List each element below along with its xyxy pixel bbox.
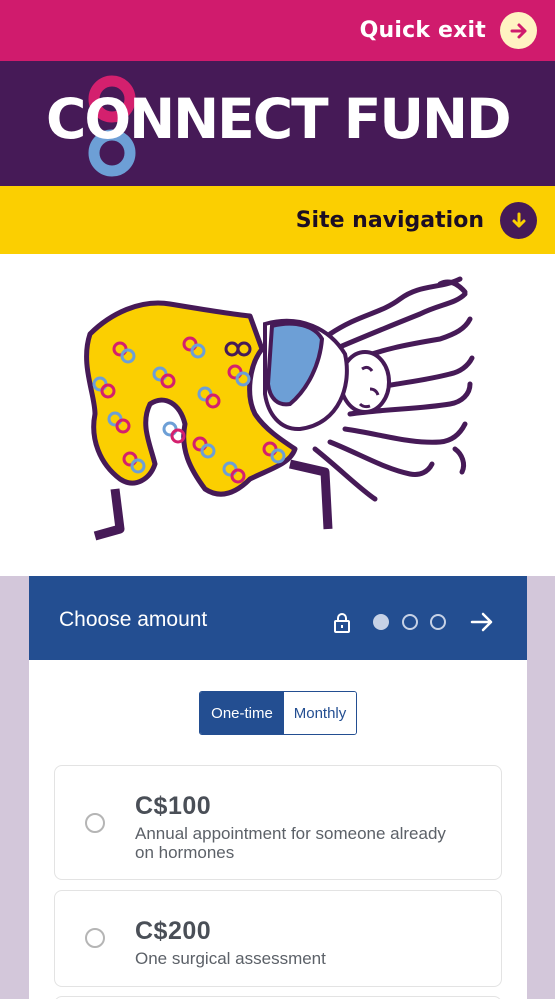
amount-value: C$200 [135,917,212,945]
arrow-right-icon[interactable] [469,610,495,638]
quick-exit-button[interactable]: Quick exit [360,12,537,49]
connect-fund-logo[interactable]: CONNECT FUND [46,69,516,179]
donation-card-header: Choose amount [29,576,527,660]
amount-description: One surgical assessment [135,949,326,968]
step-indicator [430,614,446,630]
site-navigation-button[interactable]: Site navigation [296,202,537,239]
nav-bar: Site navigation [0,186,555,254]
amount-radio[interactable] [85,928,105,948]
donation-section: Choose amount One-time Monthly C$100 Ann… [0,576,555,999]
one-time-option[interactable]: One-time [200,692,284,734]
brand-name: CONNECT FUND [46,87,512,151]
lock-icon [333,613,351,637]
card-title: Choose amount [59,608,208,631]
monthly-option[interactable]: Monthly [284,692,356,734]
amount-option[interactable]: C$100 Annual appointment for someone alr… [54,765,502,880]
amount-description: Annual appointment for someone already o… [135,824,446,862]
amount-option[interactable]: C$200 One surgical assessment [54,890,502,987]
arrow-right-icon [500,12,537,49]
top-bar: Quick exit [0,0,555,61]
frequency-toggle: One-time Monthly [199,691,357,735]
donation-card: Choose amount One-time Monthly C$100 Ann… [29,576,527,999]
arrow-down-icon [500,202,537,239]
person-in-patterned-pants-illustration [84,276,475,541]
site-navigation-label: Site navigation [295,208,484,233]
step-indicator [402,614,418,630]
step-indicator-current [373,614,389,630]
amount-value: C$100 [135,792,212,820]
hero-section [0,254,555,576]
brand-bar: CONNECT FUND [0,61,555,186]
quick-exit-label: Quick exit [359,18,486,43]
amount-radio[interactable] [85,813,105,833]
